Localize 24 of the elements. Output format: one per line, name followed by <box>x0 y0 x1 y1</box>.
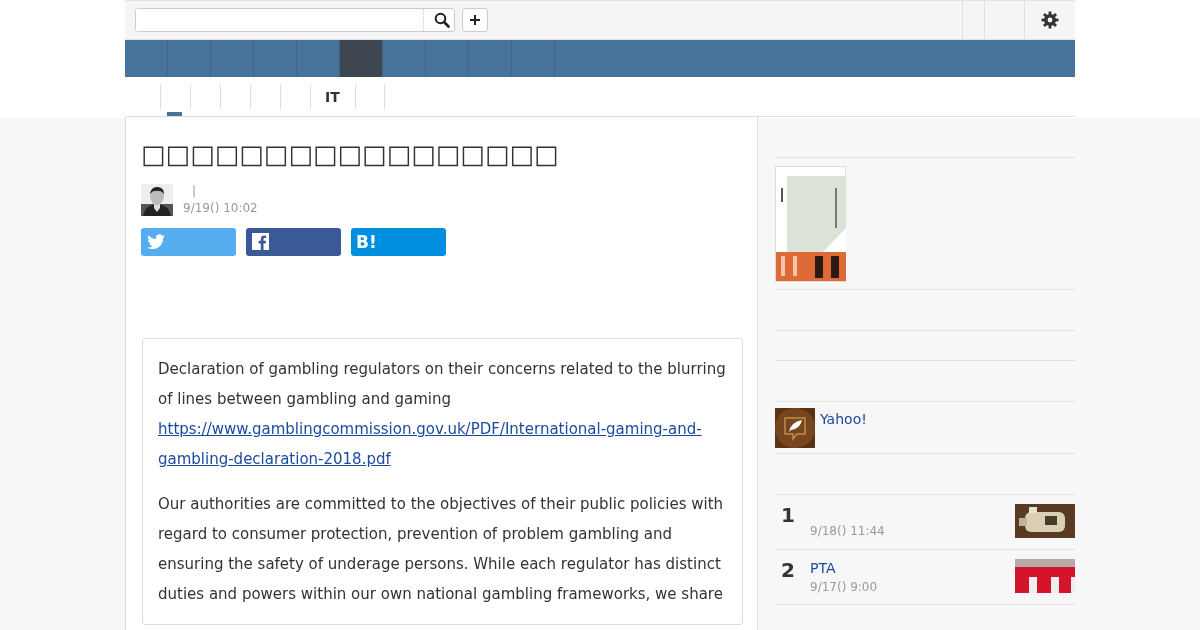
publish-date: 9/19() 10:02 <box>183 200 258 217</box>
search-field[interactable] <box>135 8 455 32</box>
add-button[interactable] <box>462 8 488 32</box>
search-icon <box>434 12 450 28</box>
facebook-button[interactable] <box>246 228 341 256</box>
hatena-button[interactable]: B! <box>351 228 446 256</box>
article-title: □□□□□□□□□□□□□□□□□ <box>141 138 559 171</box>
twitter-button[interactable] <box>141 228 236 256</box>
bird-icon <box>146 232 166 252</box>
nav-tab[interactable] <box>340 40 383 77</box>
pdf-link[interactable]: https://www.gamblingcommission.gov.uk/PDF/International-gaming-and-gambling-declaration-2018.pdf <box>158 414 727 474</box>
settings-icon <box>1041 11 1059 29</box>
paragraph: Our authorities are committed to the objectives of their public policies with regard to consumer protection, prevention of problem gambling and ensuring the safety of underage persons. While each regulator has distinct duties and powers within our own national gambling frameworks, we share <box>158 495 724 603</box>
paragraph: Declaration of gambling regulators on their concerns related to the blurring of lines between gambling and gaming <box>158 360 726 408</box>
ranking-title-link[interactable]: PTA <box>810 558 1015 578</box>
feather-icon <box>775 408 815 448</box>
rank-number: 1 <box>781 503 796 529</box>
ranking-date: 9/18() 11:44 <box>810 523 886 540</box>
plus-icon <box>469 14 481 26</box>
facebook-icon <box>251 232 271 252</box>
rank-number: 2 <box>781 558 796 584</box>
ranking-date: 9/17() 9:00 <box>810 579 879 596</box>
yahoo-link[interactable]: Yahoo! <box>820 408 867 448</box>
byline-separator: | <box>192 184 197 198</box>
